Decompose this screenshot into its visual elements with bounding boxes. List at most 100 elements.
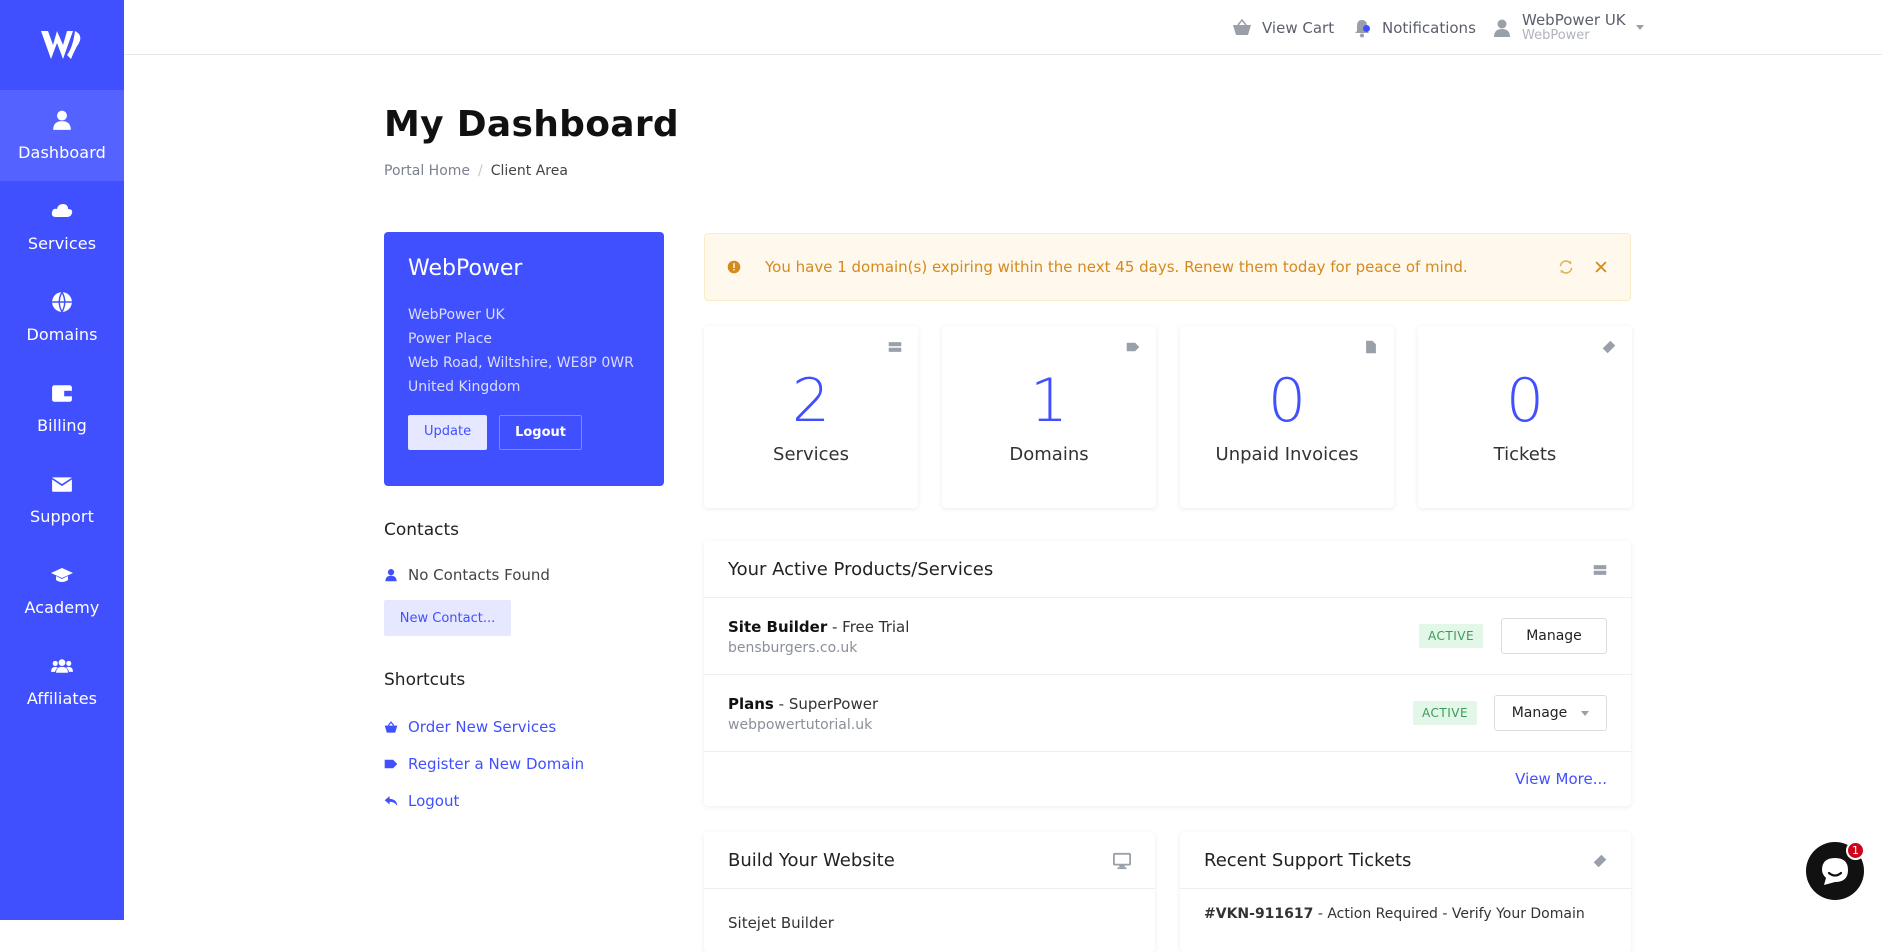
sidebar-item-services[interactable]: Services — [0, 181, 124, 272]
product-row[interactable]: Site Builder - Free Trial bensburgers.co… — [704, 598, 1631, 675]
client-info-card: WebPower WebPower UK Power Place Web Roa… — [384, 232, 664, 486]
sidebar-item-label: Billing — [37, 416, 87, 435]
client-name: WebPower — [408, 256, 523, 281]
sidebar-item-label: Academy — [24, 598, 100, 617]
user-menu[interactable]: WebPower UK WebPower — [1492, 0, 1644, 55]
sidebar-item-label: Services — [27, 234, 97, 253]
envelope-icon — [51, 477, 73, 492]
panel-header: Recent Support Tickets — [1180, 832, 1631, 889]
view-more-link[interactable]: View More... — [1515, 770, 1607, 788]
active-products-panel: Your Active Products/Services Site Build… — [704, 541, 1631, 806]
product-row[interactable]: Plans - SuperPower webpowertutorial.uk A… — [704, 675, 1631, 752]
panel-header: Your Active Products/Services — [704, 541, 1631, 598]
shortcut-logout[interactable]: Logout — [384, 792, 459, 810]
user-icon — [1494, 19, 1510, 37]
manage-button[interactable]: Manage — [1501, 618, 1607, 654]
stat-label: Services — [773, 444, 849, 465]
product-plan: - Free Trial — [827, 618, 910, 636]
notification-bell — [1352, 18, 1382, 38]
cloud-icon — [51, 204, 73, 217]
sidebar-item-billing[interactable]: Billing — [0, 363, 124, 454]
basket-icon — [1233, 18, 1251, 35]
sidebar-item-label: Affiliates — [26, 689, 98, 708]
refresh-icon[interactable] — [1558, 259, 1574, 275]
shortcut-label: Register a New Domain — [408, 755, 585, 773]
sidebar-item-dashboard[interactable]: Dashboard — [0, 90, 124, 181]
server-icon — [1593, 565, 1607, 575]
alert-text: You have 1 domain(s) expiring within the… — [765, 258, 1468, 276]
manage-label: Manage — [1511, 705, 1568, 721]
sidebar-item-label: Dashboard — [18, 143, 106, 162]
sidebar-item-label: Domains — [26, 325, 98, 344]
sidebar-item-support[interactable]: Support — [0, 454, 124, 545]
shortcuts-heading: Shortcuts — [384, 670, 466, 690]
manage-label: Manage — [1526, 628, 1582, 644]
stat-value: 1 — [1029, 366, 1069, 436]
user-name-block: WebPower UK WebPower — [1522, 10, 1626, 43]
sidebar: Dashboard Services Domains Billing Suppo… — [0, 0, 124, 920]
breadcrumb-portal-home[interactable]: Portal Home — [384, 163, 470, 179]
view-cart-label: View Cart — [1262, 18, 1335, 37]
status-badge: ACTIVE — [1413, 701, 1478, 725]
address-line: Power Place — [408, 331, 492, 347]
wallet-icon — [52, 385, 72, 402]
tag-icon — [1126, 342, 1140, 352]
brand-logo[interactable] — [0, 0, 124, 90]
sidebar-item-academy[interactable]: Academy — [0, 545, 124, 636]
user-name: WebPower UK — [1522, 10, 1626, 29]
basket-icon — [384, 721, 398, 733]
logo-icon — [41, 31, 81, 59]
logout-button[interactable]: Logout — [499, 415, 583, 450]
sidebar-item-domains[interactable]: Domains — [0, 272, 124, 363]
recent-tickets-panel: Recent Support Tickets #VKN-911617 - Act… — [1180, 832, 1631, 952]
notification-dot — [1363, 24, 1370, 32]
stat-card-services[interactable]: 2 Services — [704, 326, 918, 508]
stat-card-unpaid-invoices[interactable]: 0 Unpaid Invoices — [1180, 326, 1394, 508]
globe-icon — [52, 291, 72, 313]
stat-label: Unpaid Invoices — [1215, 444, 1359, 465]
stat-value: 2 — [791, 366, 831, 436]
document-icon — [1366, 340, 1376, 354]
notifications-link[interactable]: Notifications — [1352, 0, 1476, 55]
stat-value: 0 — [1505, 366, 1545, 436]
contacts-heading: Contacts — [384, 520, 459, 540]
stat-card-domains[interactable]: 1 Domains — [942, 326, 1156, 508]
no-contacts-text: No Contacts Found — [408, 566, 550, 584]
ticket-icon — [1602, 340, 1616, 354]
shortcut-order-services[interactable]: Order New Services — [384, 718, 556, 736]
sidebar-item-label: Support — [30, 507, 94, 526]
stat-card-tickets[interactable]: 0 Tickets — [1418, 326, 1632, 508]
chevron-down-icon — [1581, 710, 1590, 716]
panel-header: Build Your Website — [704, 832, 1155, 889]
notifications-label: Notifications — [1382, 18, 1476, 37]
view-cart-link[interactable]: View Cart — [1232, 0, 1334, 55]
chat-bubble-icon — [1822, 858, 1848, 885]
build-item[interactable]: Sitejet Builder — [728, 914, 834, 932]
stat-label: Domains — [1009, 444, 1089, 465]
chevron-down-icon — [1635, 25, 1644, 30]
address-line: Web Road, Wiltshire, WE8P 0WR — [408, 355, 634, 371]
graduation-cap-icon — [51, 568, 73, 582]
user-icon — [53, 110, 71, 130]
stat-value: 0 — [1267, 366, 1307, 436]
status-badge: ACTIVE — [1419, 624, 1484, 648]
update-button[interactable]: Update — [408, 415, 488, 450]
close-icon[interactable] — [1594, 260, 1608, 274]
product-name: Plans — [728, 695, 774, 713]
breadcrumb-client-area: Client Area — [490, 163, 568, 179]
tag-icon — [384, 759, 398, 769]
client-address: WebPower UK Power Place Web Road, Wiltsh… — [408, 303, 640, 399]
product-title: Plans - SuperPower — [728, 695, 878, 713]
product-title: Site Builder - Free Trial — [728, 618, 909, 636]
breadcrumb: Portal Home / Client Area — [384, 163, 568, 179]
manage-dropdown-button[interactable]: Manage — [1494, 695, 1607, 731]
reply-arrow-icon — [384, 796, 398, 806]
shortcut-label: Order New Services — [408, 718, 557, 736]
shortcut-register-domain[interactable]: Register a New Domain — [384, 755, 584, 773]
ticket-icon — [1593, 854, 1607, 868]
shortcut-label: Logout — [408, 792, 460, 810]
user-icon — [385, 569, 397, 582]
address-line: United Kingdom — [408, 379, 521, 395]
sidebar-item-affiliates[interactable]: Affiliates — [0, 636, 124, 727]
new-contact-button[interactable]: New Contact... — [384, 600, 511, 636]
